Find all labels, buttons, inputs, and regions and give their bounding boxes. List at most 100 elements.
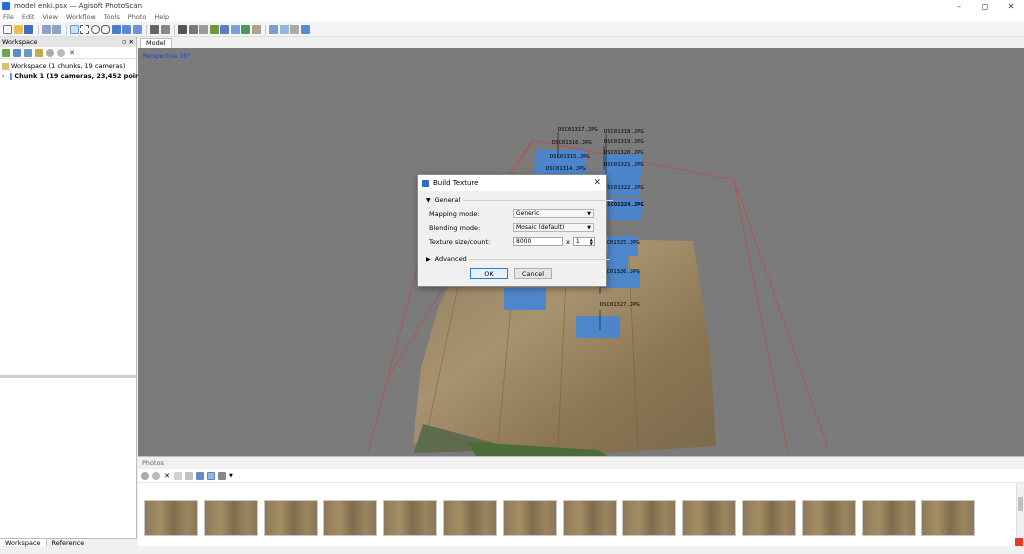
- add-chunk-icon[interactable]: [2, 48, 10, 57]
- rotate-object-icon[interactable]: [122, 25, 131, 34]
- photo-thumbnails: [144, 500, 981, 536]
- cancel-button[interactable]: Cancel: [514, 268, 552, 279]
- camera-label: DSC01321.JPG: [604, 162, 644, 168]
- texture-size-input[interactable]: 8000: [513, 237, 563, 246]
- show-region-icon[interactable]: [279, 25, 289, 34]
- expanded-triangle-icon[interactable]: ▼: [426, 197, 431, 204]
- undo-icon[interactable]: [41, 25, 51, 34]
- status-corner-icon: [1015, 538, 1023, 546]
- solid-model-icon[interactable]: [209, 25, 219, 34]
- enable-camera-icon[interactable]: [141, 471, 149, 480]
- enable-icon[interactable]: [46, 48, 54, 57]
- close-window-button[interactable]: ✕: [998, 0, 1024, 12]
- dialog-close-icon[interactable]: ✕: [593, 178, 601, 188]
- tree-root-row[interactable]: Workspace (1 chunks, 19 cameras): [0, 61, 136, 71]
- menu-view[interactable]: View: [42, 13, 57, 21]
- spin-arrows-icon[interactable]: ▲ ▼: [590, 238, 593, 246]
- filter-by-point-icon[interactable]: [207, 471, 215, 480]
- show-cameras-icon[interactable]: [269, 25, 278, 34]
- crop-selection-icon[interactable]: [160, 25, 170, 34]
- tree-chunk-row[interactable]: › Chunk 1 (19 cameras, 23,452 points): [0, 71, 150, 81]
- tiled-model-icon[interactable]: [241, 25, 250, 34]
- toolbar-separator: [65, 24, 67, 35]
- disable-icon[interactable]: [57, 48, 65, 57]
- reset-view-icon[interactable]: [300, 25, 310, 34]
- perspective-label: Perspective 30°: [143, 53, 191, 60]
- tab-model[interactable]: Model: [140, 38, 172, 48]
- maximize-button[interactable]: ◻: [972, 0, 998, 12]
- photo-thumbnail[interactable]: [144, 500, 198, 536]
- mapping-mode-select[interactable]: Generic ▼: [513, 209, 594, 218]
- resize-region-icon[interactable]: [132, 25, 142, 34]
- view-mode-dropdown-icon[interactable]: ▼: [229, 473, 233, 479]
- textured-model-icon[interactable]: [230, 25, 240, 34]
- redo-icon[interactable]: [52, 25, 61, 34]
- menu-workflow[interactable]: Workflow: [66, 13, 96, 21]
- general-section-header[interactable]: ▼ General: [426, 196, 614, 204]
- scrollbar-thumb[interactable]: [1018, 497, 1023, 511]
- section-divider: [469, 258, 610, 260]
- rotate-left-icon[interactable]: [174, 471, 182, 480]
- menu-file[interactable]: File: [3, 13, 14, 21]
- add-photos-icon[interactable]: [13, 48, 21, 57]
- photo-thumbnail[interactable]: [801, 500, 856, 536]
- move-object-icon[interactable]: [111, 25, 121, 34]
- photos-panel: Photos ✕ ▼: [138, 456, 1024, 547]
- photo-thumbnail[interactable]: [263, 500, 318, 536]
- photo-thumbnail[interactable]: [203, 500, 258, 536]
- photo-thumbnail[interactable]: [622, 500, 677, 536]
- float-panel-icon[interactable]: ▫: [122, 38, 126, 46]
- photo-thumbnail[interactable]: [861, 500, 916, 536]
- photo-thumbnail[interactable]: [383, 500, 438, 536]
- camera-label: DSC01319.JPG: [604, 139, 644, 145]
- wireframe-icon[interactable]: [220, 25, 229, 34]
- tab-workspace[interactable]: Workspace: [0, 539, 47, 547]
- new-file-icon[interactable]: [3, 25, 12, 34]
- shaded-model-icon[interactable]: [199, 25, 208, 34]
- dem-icon[interactable]: [251, 25, 261, 34]
- collapsed-triangle-icon[interactable]: ▶: [426, 256, 431, 263]
- disable-camera-icon[interactable]: [152, 471, 160, 480]
- rect-select-icon[interactable]: [80, 25, 89, 34]
- free-select-icon[interactable]: [101, 25, 110, 34]
- photo-thumbnail[interactable]: [323, 500, 378, 536]
- tab-reference[interactable]: Reference: [47, 539, 90, 547]
- show-markers-icon[interactable]: [290, 25, 299, 34]
- navigation-icon[interactable]: [69, 25, 79, 34]
- ok-button[interactable]: OK: [470, 268, 508, 279]
- photo-thumbnail[interactable]: [442, 500, 497, 536]
- menu-photo[interactable]: Photo: [128, 13, 147, 21]
- menu-help[interactable]: Help: [154, 13, 169, 21]
- save-icon[interactable]: [24, 25, 33, 34]
- add-markers-icon[interactable]: [35, 48, 43, 57]
- add-folder-icon[interactable]: [24, 48, 32, 57]
- menu-edit[interactable]: Edit: [22, 13, 35, 21]
- dense-cloud-icon[interactable]: [188, 25, 198, 34]
- advanced-section-header[interactable]: ▶ Advanced: [426, 255, 610, 263]
- photo-thumbnail[interactable]: [502, 500, 557, 536]
- close-panel-icon[interactable]: ✕: [129, 38, 134, 46]
- build-texture-dialog: Build Texture ✕ ▼ General Mapping mode: …: [417, 174, 614, 287]
- mapping-mode-label: Mapping mode:: [429, 209, 480, 218]
- blending-mode-select[interactable]: Mosaic (default) ▼: [513, 223, 594, 232]
- remove-icon[interactable]: ✕: [68, 49, 76, 57]
- photo-thumbnail[interactable]: [562, 500, 617, 536]
- minimize-button[interactable]: –: [946, 0, 972, 12]
- mapping-mode-row: Mapping mode: Generic ▼: [429, 209, 594, 218]
- photo-thumbnail[interactable]: [921, 500, 976, 536]
- point-cloud-icon[interactable]: [178, 25, 187, 34]
- photo-thumbnail[interactable]: [682, 500, 737, 536]
- expand-arrow-icon[interactable]: ›: [2, 73, 4, 80]
- delete-selection-icon[interactable]: [150, 25, 159, 34]
- remove-camera-icon[interactable]: ✕: [163, 472, 171, 480]
- photos-toolbar: ✕ ▼: [138, 469, 1024, 483]
- circle-select-icon[interactable]: [90, 25, 100, 34]
- panel-splitter[interactable]: [0, 375, 136, 378]
- view-mode-icon[interactable]: [218, 471, 226, 480]
- menu-tools[interactable]: Tools: [104, 13, 120, 21]
- texture-count-input[interactable]: 1 ▲ ▼: [572, 237, 595, 246]
- reset-filter-icon[interactable]: [196, 471, 204, 480]
- rotate-right-icon[interactable]: [185, 471, 193, 480]
- open-folder-icon[interactable]: [13, 25, 23, 34]
- photo-thumbnail[interactable]: [741, 500, 796, 536]
